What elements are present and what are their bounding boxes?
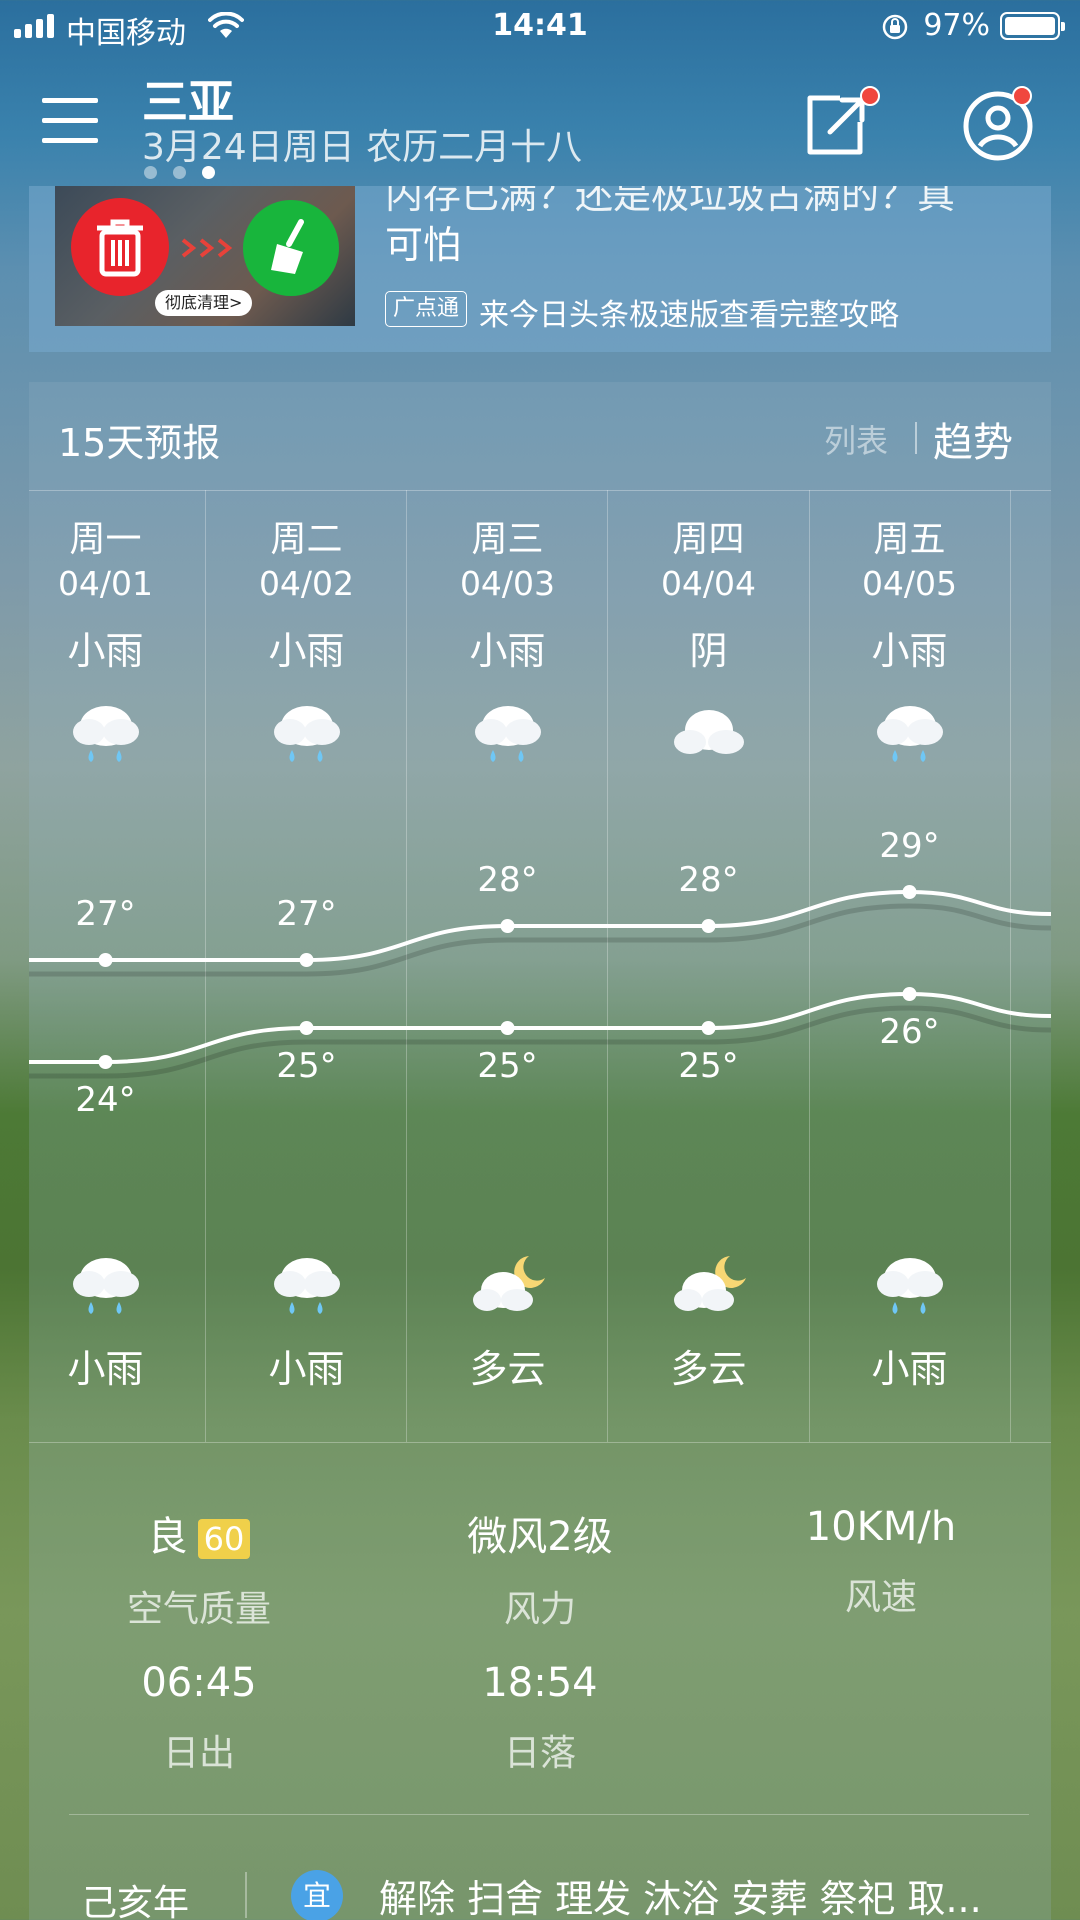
notification-dot <box>860 86 880 106</box>
sunset-label: 日落 <box>503 1733 576 1774</box>
almanac-items[interactable]: 解除 扫舍 理发 沐浴 安葬 祭祀 取... <box>379 1868 982 1920</box>
yi-badge: 宜 <box>291 1870 343 1920</box>
high-temp-line-shadow <box>29 903 1051 977</box>
toggle-trend[interactable]: 趋势 <box>933 410 1013 468</box>
arrows-icon <box>181 238 233 258</box>
share-button[interactable] <box>800 86 880 166</box>
low-temp-point <box>701 1021 716 1035</box>
low-temp-point <box>98 1055 113 1069</box>
menu-icon[interactable] <box>42 98 98 144</box>
toggle-list[interactable]: 列表 <box>824 416 888 462</box>
high-temp-label: 27° <box>75 894 136 934</box>
high-temp-point <box>701 919 716 933</box>
high-temp-point <box>500 919 515 933</box>
broom-icon <box>243 200 339 296</box>
ad-title-line2: 可怕 <box>385 223 462 267</box>
wind-level-stat: 微风2级 风力 <box>370 1504 710 1632</box>
low-temp-point <box>299 1021 314 1035</box>
ad-title-line1: 内存已满？还是极垃圾占满的？真 <box>385 186 956 217</box>
low-temp-label: 25° <box>276 1046 337 1086</box>
temperature-trend-chart <box>29 885 1051 1079</box>
high-temp-label: 28° <box>477 860 538 900</box>
date-lunar-line: 3月24日周日 农历二月十八 <box>142 127 583 168</box>
high-temp-label: 27° <box>276 894 337 934</box>
sunrise-label: 日出 <box>162 1733 235 1774</box>
air-quality-value: 良 <box>147 1514 188 1560</box>
high-temp-line <box>29 889 1051 963</box>
almanac-year[interactable]: 己亥年 <box>81 1874 189 1920</box>
air-quality-label: 空气质量 <box>126 1589 271 1630</box>
low-temp-label: 25° <box>477 1046 538 1086</box>
aqi-badge: 60 <box>197 1519 251 1559</box>
page-dot <box>173 166 186 179</box>
wind-speed-value: 10KM/h <box>805 1504 957 1550</box>
ad-thumbnail[interactable]: 彻底清理> <box>55 186 355 326</box>
high-temp-point <box>98 953 113 967</box>
status-bar: 中国移动 14:41 97% <box>0 0 1080 54</box>
page-indicator <box>144 166 215 179</box>
status-time: 14:41 <box>492 8 588 43</box>
wind-speed-label: 风速 <box>844 1577 917 1618</box>
wind-speed-stat: 10KM/h 风速 <box>711 1504 1051 1620</box>
ad-card[interactable]: 彻底清理> 内存已满？还是极垃圾占满的？真 可怕 广点通 来今日头条极速版查看完… <box>29 186 1051 352</box>
ad-thumb-button[interactable]: 彻底清理> <box>155 290 253 316</box>
battery-percent: 97% <box>923 8 990 43</box>
ad-link[interactable]: 来今日头条极速版查看完整攻略 <box>479 290 899 334</box>
low-temp-label: 25° <box>678 1046 739 1086</box>
forecast-card: 15天预报 列表 趋势 周一 04/01 小雨 小雨 周二 04/02 小雨 小雨 周三 04/0… <box>29 382 1051 1920</box>
sunrise-stat: 06:45 日出 <box>29 1660 369 1776</box>
sunset-value: 18:54 <box>482 1660 598 1706</box>
high-temp-point <box>902 885 917 899</box>
divider <box>69 1814 1029 1815</box>
forecast-title: 15天预报 <box>58 421 221 465</box>
profile-button[interactable] <box>962 86 1042 166</box>
low-temp-point <box>500 1021 515 1035</box>
high-temp-label: 29° <box>879 826 940 866</box>
rotation-lock-icon <box>882 14 908 40</box>
divider <box>29 1442 1051 1443</box>
battery-icon <box>1000 12 1065 40</box>
notification-dot <box>1012 86 1032 106</box>
low-temp-point <box>902 987 917 1001</box>
high-temp-label: 28° <box>678 860 739 900</box>
wind-level-label: 风力 <box>503 1589 576 1630</box>
high-temp-point <box>299 953 314 967</box>
low-temp-label: 26° <box>879 1012 940 1052</box>
ad-source-badge: 广点通 <box>385 291 468 327</box>
almanac-divider <box>245 1872 247 1918</box>
trash-icon <box>71 198 169 296</box>
low-temp-label: 24° <box>75 1080 136 1120</box>
page-dot <box>144 166 157 179</box>
ad-title[interactable]: 内存已满？还是极垃圾占满的？真 可怕 <box>385 186 1045 270</box>
sunset-stat: 18:54 日落 <box>370 1660 710 1776</box>
air-quality-stat: 良 60 空气质量 <box>29 1504 369 1632</box>
sunrise-value: 06:45 <box>141 1660 257 1706</box>
toggle-divider <box>915 422 917 454</box>
wind-level-value: 微风2级 <box>467 1514 613 1560</box>
page-dot-active <box>202 166 215 179</box>
